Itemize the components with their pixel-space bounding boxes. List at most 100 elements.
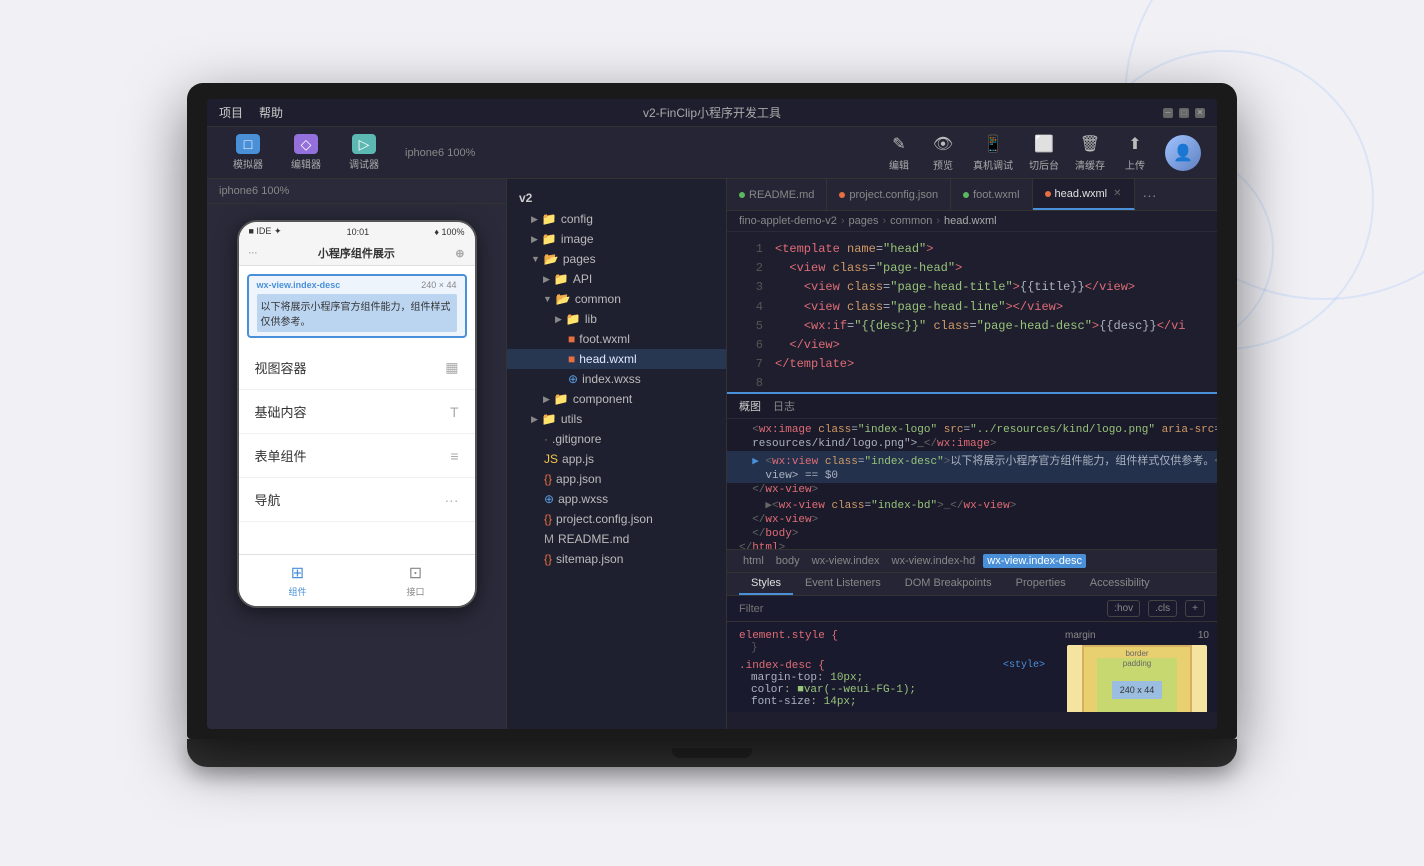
tree-item-label: index.wxss — [582, 372, 641, 386]
html-tab[interactable]: 概图 — [739, 398, 761, 414]
tab-properties[interactable]: Properties — [1004, 573, 1078, 595]
background-icon: ⬜ — [1030, 133, 1058, 155]
background-action[interactable]: ⬜ 切后台 — [1029, 133, 1059, 172]
padding-box: padding - 240 x 44 — [1097, 658, 1177, 713]
path-body[interactable]: body — [772, 554, 804, 568]
tree-item-config[interactable]: ▶ 📁 config — [507, 209, 726, 229]
tab-project-config[interactable]: project.config.json — [827, 179, 951, 210]
rule-source: <style> — [1003, 660, 1045, 671]
path-wx-view-index[interactable]: wx-view.index — [808, 554, 884, 568]
chevron-icon: ▶ — [531, 414, 538, 425]
user-avatar[interactable]: 👤 — [1165, 135, 1201, 171]
close-button[interactable]: ✕ — [1195, 108, 1205, 118]
tab-more-icon[interactable]: ··· — [1135, 187, 1165, 203]
html-line-2: resources/kind/logo.png">_</wx:image> — [727, 437, 1217, 451]
simulator-icon: □ — [236, 134, 260, 154]
tab-head-wxml[interactable]: head.wxml ✕ — [1033, 179, 1135, 210]
path-html[interactable]: html — [739, 554, 768, 568]
log-tab[interactable]: 日志 — [773, 398, 795, 414]
tree-item-label: head.wxml — [579, 352, 636, 366]
menu-item-basic[interactable]: 基础内容 T — [239, 390, 475, 434]
menu-item-help[interactable]: 帮助 — [259, 104, 283, 121]
window-title: v2-FinClip小程序开发工具 — [643, 104, 781, 121]
iphone-content: wx-view.index-desc 240 × 44 以下将展示小程序官方组件… — [239, 274, 475, 554]
edit-action[interactable]: ✎ 编辑 — [885, 133, 913, 172]
filter-input[interactable] — [739, 603, 1099, 615]
tree-item-readme[interactable]: M README.md — [507, 529, 726, 549]
breadcrumb-item-common: common — [890, 215, 932, 227]
path-wx-view-index-desc[interactable]: wx-view.index-desc — [983, 554, 1086, 568]
add-pseudo[interactable]: + — [1185, 600, 1205, 617]
tab-close-icon[interactable]: ✕ — [1113, 188, 1121, 199]
tree-item-pages[interactable]: ▼ 📂 pages — [507, 249, 726, 269]
element-text-content: 以下将展示小程序官方组件能力，组件样式仅供参考。 — [257, 294, 457, 332]
folder-icon: 📁 — [554, 272, 569, 286]
simulator-button[interactable]: □ 模拟器 — [223, 130, 273, 175]
tab-foot-wxml[interactable]: foot.wxml — [951, 179, 1032, 210]
clear-cache-icon: 🗑 — [1076, 133, 1104, 155]
edit-icon: ✎ — [885, 133, 913, 155]
tab-accessibility[interactable]: Accessibility — [1078, 573, 1162, 595]
minimize-button[interactable]: ─ — [1163, 108, 1173, 118]
toolbar-left: □ 模拟器 ◇ 编辑器 ▷ 调试器 iphone6 100% — [223, 130, 483, 175]
tab-dom-breakpoints[interactable]: DOM Breakpoints — [893, 573, 1004, 595]
hover-pseudo[interactable]: :hov — [1107, 600, 1140, 617]
tree-item-project-config[interactable]: {} project.config.json — [507, 509, 726, 529]
tree-item-head-wxml[interactable]: ■ head.wxml — [507, 349, 726, 369]
chevron-icon: ▶ — [543, 394, 550, 405]
menu-item-form[interactable]: 表单组件 ≡ — [239, 434, 475, 478]
path-wx-view-index-hd[interactable]: wx-view.index-hd — [888, 554, 980, 568]
clear-cache-label: 清缓存 — [1075, 157, 1105, 172]
tab-dot — [839, 192, 845, 198]
tab-readme[interactable]: README.md — [727, 179, 827, 210]
tree-item-component[interactable]: ▶ 📁 component — [507, 389, 726, 409]
tree-item-app-wxss[interactable]: ⊕ app.wxss — [507, 489, 726, 509]
tree-item-api[interactable]: ▶ 📁 API — [507, 269, 726, 289]
box-model-panel: margin 10 border - padding — [1057, 622, 1217, 712]
tab-interface[interactable]: ⊡ 接口 — [406, 563, 424, 598]
tree-item-image[interactable]: ▶ 📁 image — [507, 229, 726, 249]
tree-item-sitemap[interactable]: {} sitemap.json — [507, 549, 726, 569]
menu-item-nav[interactable]: 导航 ··· — [239, 478, 475, 522]
clear-cache-action[interactable]: 🗑 清缓存 — [1075, 133, 1105, 172]
tree-item-app-json[interactable]: {} app.json — [507, 469, 726, 489]
preview-icon: 👁 — [929, 133, 957, 155]
folder-icon: 📁 — [554, 392, 569, 406]
tab-styles[interactable]: Styles — [739, 573, 793, 595]
tab-component[interactable]: ⊞ 组件 — [288, 563, 306, 598]
upload-action[interactable]: ⬆ 上传 — [1121, 133, 1149, 172]
code-line-3: 3 <view class="page-head-title">{{title}… — [727, 278, 1217, 297]
tree-item-gitignore[interactable]: · .gitignore — [507, 429, 726, 449]
code-editor[interactable]: 1 <template name="head"> 2 <view class="… — [727, 232, 1217, 392]
debugger-button[interactable]: ▷ 调试器 — [339, 130, 389, 175]
tree-item-label: common — [575, 292, 621, 306]
json-file-icon: {} — [544, 512, 552, 526]
breadcrumb: fino-applet-demo-v2 › pages › common › h… — [727, 211, 1217, 232]
preview-label: 预览 — [933, 157, 953, 172]
iphone-bottom-bar: ⊞ 组件 ⊡ 接口 — [239, 554, 475, 606]
wxml-file-icon: ■ — [568, 352, 575, 366]
app-title: 小程序组件展示 — [318, 245, 395, 261]
tree-item-foot-wxml[interactable]: ■ foot.wxml — [507, 329, 726, 349]
tree-item-label: pages — [563, 252, 596, 266]
iphone-status-bar: ■ IDE ✦ 10:01 ♦ 100% — [239, 222, 475, 241]
edit-label: 编辑 — [889, 157, 909, 172]
cls-pseudo[interactable]: .cls — [1148, 600, 1177, 617]
ide-toolbar: □ 模拟器 ◇ 编辑器 ▷ 调试器 iphone6 100% ✎ — [207, 127, 1217, 179]
tab-event-listeners[interactable]: Event Listeners — [793, 573, 893, 595]
tree-item-utils[interactable]: ▶ 📁 utils — [507, 409, 726, 429]
menu-item-viewcontainer[interactable]: 视图容器 ▦ — [239, 346, 475, 390]
tree-item-lib[interactable]: ▶ 📁 lib — [507, 309, 726, 329]
iphone-frame: ■ IDE ✦ 10:01 ♦ 100% ··· 小程序组件展示 ⊕ — [207, 204, 506, 729]
tree-item-common[interactable]: ▼ 📂 common — [507, 289, 726, 309]
maximize-button[interactable]: □ — [1179, 108, 1189, 118]
menu-item-project[interactable]: 项目 — [219, 104, 243, 121]
device-debug-action[interactable]: 📱 真机调试 — [973, 133, 1013, 172]
tree-item-app-js[interactable]: JS app.js — [507, 449, 726, 469]
editor-button[interactable]: ◇ 编辑器 — [281, 130, 331, 175]
code-line-1: 1 <template name="head"> — [727, 240, 1217, 259]
folder-icon: 📁 — [542, 232, 557, 246]
preview-action[interactable]: 👁 预览 — [929, 133, 957, 172]
tree-item-index-wxss[interactable]: ⊕ index.wxss — [507, 369, 726, 389]
text-file-icon: · — [544, 432, 548, 446]
